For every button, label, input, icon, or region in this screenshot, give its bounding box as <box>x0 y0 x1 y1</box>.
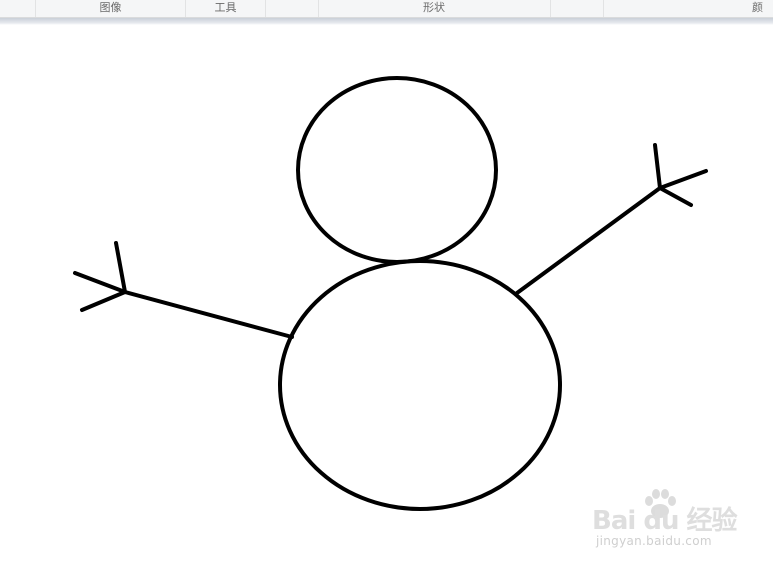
ribbon-divider <box>550 0 551 17</box>
ribbon-divider <box>603 0 604 17</box>
right-hand-finger-3 <box>658 186 693 207</box>
right-hand-finger-2 <box>658 169 708 190</box>
ribbon-shadow <box>0 18 773 25</box>
baidu-jingyan-watermark: Bai du 经验 jingyan.baidu.com <box>592 484 742 554</box>
watermark-url: jingyan.baidu.com <box>596 534 712 548</box>
group-label-image: 图像 <box>99 1 122 14</box>
group-label-tools: 工具 <box>214 1 237 14</box>
left-hand-finger-3 <box>80 290 127 312</box>
watermark-logo: Bai du 经验 <box>592 506 737 536</box>
ribbon-divider <box>265 0 266 17</box>
group-label-colors: 颜 <box>752 1 763 14</box>
right-hand-finger-1 <box>653 143 662 190</box>
left-hand-finger-2 <box>73 271 127 294</box>
group-label-shapes: 形状 <box>423 1 445 14</box>
snowman-head <box>296 76 498 264</box>
right-arm <box>515 186 662 295</box>
ribbon-group-labels: 图像 工具 形状 颜 <box>0 0 773 18</box>
left-hand-finger-1 <box>114 241 127 294</box>
snowman-body <box>278 259 562 511</box>
left-arm <box>123 290 294 339</box>
